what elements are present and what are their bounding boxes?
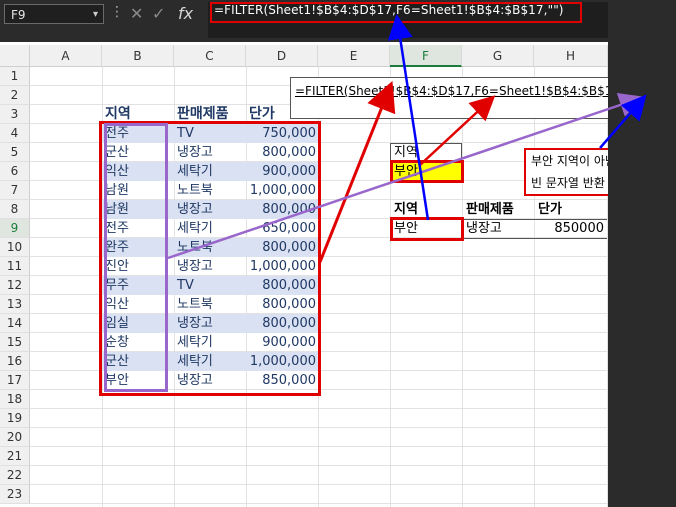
row-header-3[interactable]: 3	[0, 105, 30, 124]
more-options-icon[interactable]: ⋮	[110, 4, 124, 20]
row-header-6[interactable]: 6	[0, 162, 30, 181]
column-header-d[interactable]: D	[246, 45, 318, 67]
row-header-18[interactable]: 18	[0, 390, 30, 409]
app-background	[608, 42, 676, 507]
criteria-highlight	[390, 160, 464, 183]
row-header-13[interactable]: 13	[0, 295, 30, 314]
row-header-7[interactable]: 7	[0, 181, 30, 200]
criteria-range-highlight	[104, 123, 168, 392]
enter-icon[interactable]: ✓	[152, 4, 165, 23]
row-header-5[interactable]: 5	[0, 143, 30, 162]
row-header-14[interactable]: 14	[0, 314, 30, 333]
row-header-12[interactable]: 12	[0, 276, 30, 295]
row-header-20[interactable]: 20	[0, 428, 30, 447]
row-header-8[interactable]: 8	[0, 200, 30, 219]
row-header-21[interactable]: 21	[0, 447, 30, 466]
row-header-16[interactable]: 16	[0, 352, 30, 371]
column-header-f[interactable]: F	[390, 45, 462, 67]
row-header-22[interactable]: 22	[0, 466, 30, 485]
row-header-4[interactable]: 4	[0, 124, 30, 143]
column-header-e[interactable]: E	[318, 45, 390, 67]
name-box[interactable]: F9 ▾	[4, 4, 104, 24]
result-price[interactable]: 850000	[534, 219, 604, 238]
chevron-down-icon[interactable]: ▾	[93, 5, 98, 25]
column-header-g[interactable]: G	[462, 45, 534, 67]
result-header-price[interactable]: 단가	[538, 200, 562, 219]
select-all-corner[interactable]	[0, 45, 30, 67]
row-header-11[interactable]: 11	[0, 257, 30, 276]
cancel-icon[interactable]: ✕	[130, 4, 143, 23]
row-header-19[interactable]: 19	[0, 409, 30, 428]
name-box-value: F9	[11, 8, 26, 22]
row-header-1[interactable]: 1	[0, 67, 30, 86]
column-header-h[interactable]: H	[534, 45, 608, 67]
insert-function-icon[interactable]: fx	[178, 4, 193, 23]
row-header-2[interactable]: 2	[0, 86, 30, 105]
column-header-c[interactable]: C	[174, 45, 246, 67]
formula-callout-text: =FILTER(Sheet1!$B$4:$D$17,F6=Sheet1!$B$4…	[295, 84, 640, 98]
row-header-9[interactable]: 9	[0, 219, 30, 238]
result-product[interactable]: 냉장고	[466, 219, 502, 238]
formula-callout: =FILTER(Sheet1!$B$4:$D$17,F6=Sheet1!$B$4…	[290, 77, 660, 119]
row-header-10[interactable]: 10	[0, 238, 30, 257]
column-header-a[interactable]: A	[30, 45, 102, 67]
formula-highlight-box	[210, 2, 582, 23]
result-header-product[interactable]: 판매제품	[466, 200, 514, 219]
column-header-b[interactable]: B	[102, 45, 174, 67]
result-highlight	[390, 217, 464, 241]
row-header-15[interactable]: 15	[0, 333, 30, 352]
row-header-17[interactable]: 17	[0, 371, 30, 390]
row-header-23[interactable]: 23	[0, 485, 30, 504]
